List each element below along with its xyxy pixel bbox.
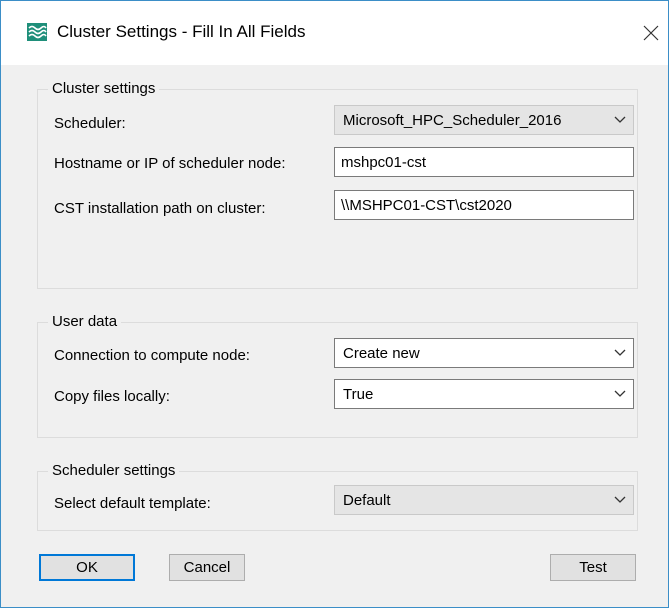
chevron-down-icon [607,496,633,504]
chevron-down-icon [607,116,633,124]
template-select[interactable]: Default [334,485,634,515]
hostname-label: Hostname or IP of scheduler node: [54,155,286,172]
scheduler-value: Microsoft_HPC_Scheduler_2016 [343,111,562,129]
hostname-input[interactable] [334,147,634,177]
copy-files-select[interactable]: True [334,379,634,409]
template-value: Default [343,491,391,509]
cluster-settings-dialog: Cluster Settings - Fill In All Fields Cl… [0,0,669,608]
install-path-input[interactable] [334,190,634,220]
template-label: Select default template: [54,495,211,512]
scheduler-label: Scheduler: [54,115,126,132]
window-title: Cluster Settings - Fill In All Fields [57,22,306,41]
connection-select[interactable]: Create new [334,338,634,368]
user-data-title: User data [48,313,122,330]
connection-value: Create new [343,344,420,362]
close-button[interactable] [635,15,667,51]
chevron-down-icon [607,390,633,398]
close-icon [643,25,659,41]
cluster-settings-title: Cluster settings [48,80,160,97]
scheduler-settings-title: Scheduler settings [48,462,180,479]
test-button[interactable]: Test [550,554,636,581]
copy-files-value: True [343,385,374,403]
connection-label: Connection to compute node: [54,347,250,364]
ok-button[interactable]: OK [39,554,135,581]
cancel-button[interactable]: Cancel [169,554,245,581]
install-path-label: CST installation path on cluster: [54,200,266,217]
chevron-down-icon [607,349,633,357]
title-bar[interactable]: Cluster Settings - Fill In All Fields [1,1,668,65]
scheduler-select[interactable]: Microsoft_HPC_Scheduler_2016 [334,105,634,135]
copy-files-label: Copy files locally: [54,388,170,405]
cst-waves-icon [27,23,47,41]
